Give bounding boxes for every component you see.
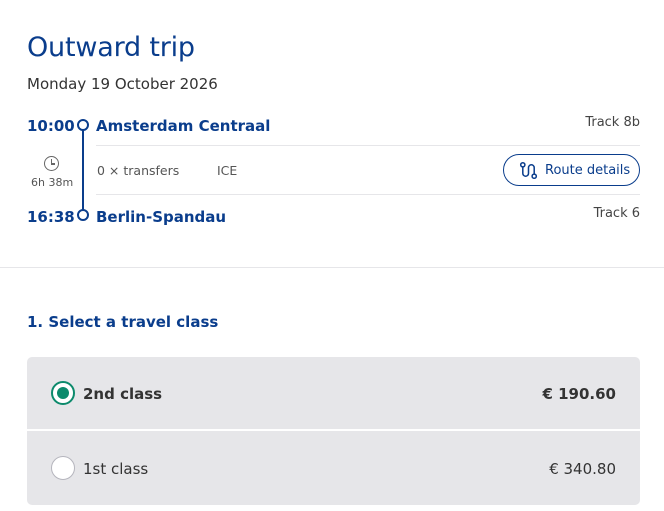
arrival-dot	[77, 209, 89, 221]
arrival-track: Track 6	[593, 206, 640, 221]
route-line	[82, 130, 84, 212]
radio-unselected[interactable]	[51, 456, 75, 480]
travel-class-option-2nd[interactable]: 2nd class € 190.60	[27, 357, 640, 429]
arrival-station: Berlin-Spandau	[96, 208, 227, 226]
departure-dot	[77, 119, 89, 131]
option-label: 1st class	[83, 460, 149, 478]
clock-icon	[44, 156, 59, 171]
departure-station: Amsterdam Centraal	[96, 117, 271, 135]
page-title: Outward trip	[27, 32, 195, 63]
transfers-count: 0 × transfers	[97, 163, 180, 178]
option-price: € 190.60	[542, 385, 616, 403]
trip-date: Monday 19 October 2026	[27, 75, 218, 93]
option-price: € 340.80	[549, 460, 616, 478]
travel-class-option-1st[interactable]: 1st class € 340.80	[27, 431, 640, 505]
radio-selected[interactable]	[51, 381, 75, 405]
divider	[96, 194, 640, 195]
arrival-time: 16:38	[27, 208, 75, 226]
route-details-label: Route details	[545, 162, 631, 178]
option-label: 2nd class	[83, 385, 163, 403]
train-type: ICE	[217, 163, 238, 178]
route-icon	[519, 161, 538, 179]
departure-track: Track 8b	[585, 115, 640, 130]
route-details-button[interactable]: Route details	[503, 154, 640, 186]
divider	[96, 145, 640, 146]
travel-class-heading: 1. Select a travel class	[27, 313, 219, 331]
trip-summary: Outward trip Monday 19 October 2026 10:0…	[0, 0, 664, 268]
departure-time: 10:00	[27, 117, 75, 135]
trip-duration: 6h 38m	[31, 176, 74, 189]
